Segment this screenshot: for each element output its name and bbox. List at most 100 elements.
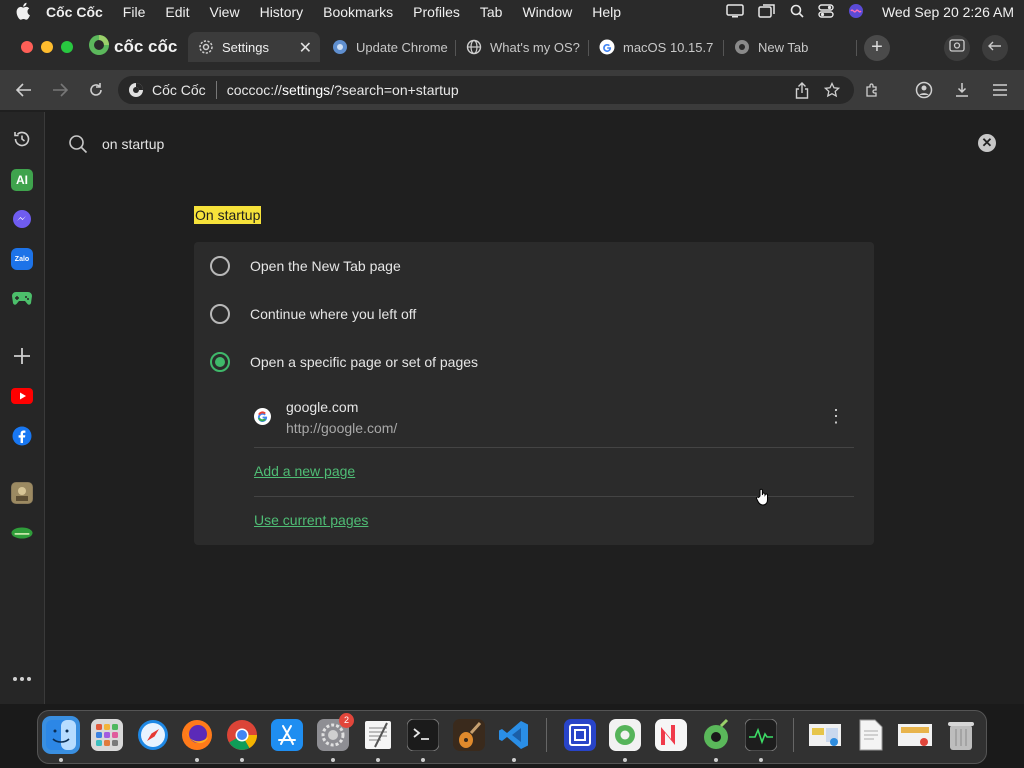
tab-new-tab[interactable]: New Tab	[724, 32, 854, 62]
dock-running-indicator	[376, 758, 380, 762]
profile-button[interactable]	[914, 80, 934, 100]
dock-terminal-icon[interactable]	[404, 716, 442, 754]
tab-update-chrome[interactable]: Update Chrome	[322, 32, 448, 62]
dock-coccoc-icon[interactable]	[606, 716, 644, 754]
brand-wordmark: cốc cốc	[114, 37, 178, 56]
new-tab-button[interactable]: +	[864, 35, 890, 61]
apple-menu-icon[interactable]	[16, 2, 36, 23]
sidebar-game-icon[interactable]	[11, 287, 33, 309]
tab-whats-my-os[interactable]: What's my OS?	[456, 32, 582, 62]
menu-app-name[interactable]: Cốc Cốc	[46, 4, 103, 20]
display-icon[interactable]	[726, 3, 744, 21]
coccoc-icon	[734, 39, 750, 55]
tab-macos-version[interactable]: macOS 10.15.7	[589, 32, 719, 62]
use-current-pages-link[interactable]: Use current pages	[254, 512, 368, 528]
gear-icon	[198, 39, 214, 55]
menubar-status-area: Wed Sep 20 2:26 AM	[726, 0, 1014, 24]
dock-activity-monitor-icon[interactable]	[742, 716, 780, 754]
coccoc-brand-logo[interactable]: cốc cốc	[88, 34, 178, 59]
address-bar[interactable]: Cốc Cốc coccoc://settings/?search=on+sta…	[118, 76, 854, 104]
menu-view[interactable]: View	[209, 4, 239, 20]
dock-textedit-icon[interactable]	[359, 716, 397, 754]
sidebar-messenger-icon[interactable]	[11, 208, 33, 230]
dock-recent-screenshot-icon[interactable]	[806, 716, 844, 754]
window-switch-icon[interactable]	[758, 3, 776, 21]
menu-bookmarks[interactable]: Bookmarks	[323, 4, 393, 20]
sidebar-app-thumbnail-icon[interactable]	[11, 482, 33, 504]
option-open-new-tab[interactable]: Open the New Tab page	[194, 244, 874, 288]
dock-document-icon[interactable]	[852, 716, 890, 754]
radio-button-selected[interactable]	[210, 352, 230, 372]
more-actions-icon[interactable]: ⋮	[826, 406, 846, 428]
notification-badge: 2	[339, 713, 354, 728]
sidebar-app-logo-icon[interactable]	[11, 522, 33, 544]
tab-settings[interactable]: Settings ✕	[188, 32, 320, 62]
tab-close-icon[interactable]: ✕	[299, 38, 312, 58]
option-open-specific-pages[interactable]: Open a specific page or set of pages	[194, 340, 874, 384]
window-close-button[interactable]	[21, 41, 33, 53]
globe-icon	[466, 39, 482, 55]
control-center-icon[interactable]	[818, 3, 834, 21]
sidebar-add-icon[interactable]	[11, 345, 33, 367]
tab-separator	[856, 40, 857, 56]
option-label: Open a specific page or set of pages	[250, 354, 479, 370]
downloads-button[interactable]	[952, 80, 972, 100]
sidebar-history-icon[interactable]	[11, 128, 33, 150]
dock-firefox-icon[interactable]	[178, 716, 216, 754]
menu-window[interactable]: Window	[522, 4, 572, 20]
forward-button[interactable]	[50, 80, 70, 100]
settings-search-input[interactable]	[102, 134, 702, 154]
extensions-button[interactable]	[862, 80, 882, 100]
dock-garageband-icon[interactable]	[450, 716, 488, 754]
dock-vscode-icon[interactable]	[495, 716, 533, 754]
reload-button[interactable]	[86, 80, 106, 100]
url-text[interactable]: coccoc://settings/?search=on+startup	[227, 82, 459, 98]
sidebar-youtube-icon[interactable]	[11, 385, 33, 407]
sidebar-zalo-icon[interactable]: Zalo	[11, 248, 33, 270]
menu-profiles[interactable]: Profiles	[413, 4, 460, 20]
url-scheme: coccoc://	[226, 82, 282, 98]
menubar-clock[interactable]: Wed Sep 20 2:26 AM	[882, 4, 1014, 20]
option-label: Continue where you left off	[250, 306, 417, 322]
menu-help[interactable]: Help	[592, 4, 621, 20]
option-label: Open the New Tab page	[250, 258, 401, 274]
spotlight-search-icon[interactable]	[790, 4, 804, 21]
menu-history[interactable]: History	[260, 4, 304, 20]
back-button[interactable]	[14, 80, 34, 100]
dock-running-indicator	[195, 758, 199, 762]
menu-file[interactable]: File	[123, 4, 146, 20]
tab-label: What's my OS?	[490, 39, 580, 55]
dock-news-icon[interactable]	[652, 716, 690, 754]
sidebar-facebook-icon[interactable]	[11, 425, 33, 447]
url-host: settings	[281, 82, 331, 98]
add-new-page-link[interactable]: Add a new page	[254, 463, 355, 479]
dock-finder-icon[interactable]	[42, 716, 80, 754]
dock-folder-preview-icon[interactable]	[896, 716, 934, 754]
dock-safari-icon[interactable]	[134, 716, 172, 754]
startup-page-url: http://google.com/	[286, 420, 398, 436]
dock-coccoc-alt-icon[interactable]	[697, 716, 735, 754]
bookmark-star-button[interactable]	[822, 80, 842, 100]
sidebar-toggle-button[interactable]	[982, 35, 1008, 61]
dock-trash-icon[interactable]	[942, 716, 980, 754]
radio-button[interactable]	[210, 256, 230, 276]
menu-edit[interactable]: Edit	[165, 4, 189, 20]
option-continue-where-left[interactable]: Continue where you left off	[194, 292, 874, 336]
radio-button[interactable]	[210, 304, 230, 324]
sidebar-ai-icon[interactable]: AI	[11, 169, 33, 191]
window-minimize-button[interactable]	[41, 41, 53, 53]
dock-app-store-icon[interactable]	[268, 716, 306, 754]
dock-launchpad-icon[interactable]	[88, 716, 126, 754]
tab-search-button[interactable]	[944, 35, 970, 61]
menu-tab[interactable]: Tab	[480, 4, 503, 20]
siri-icon[interactable]	[848, 3, 864, 22]
dock-running-indicator	[714, 758, 718, 762]
share-button[interactable]	[792, 80, 812, 100]
sidebar-more-icon[interactable]	[11, 668, 33, 690]
dock-chrome-icon[interactable]	[223, 716, 261, 754]
clear-search-icon[interactable]: ✕	[978, 134, 996, 152]
url-path: /?search=on+startup	[330, 82, 459, 98]
window-zoom-button[interactable]	[61, 41, 73, 53]
main-menu-button[interactable]	[990, 80, 1010, 100]
dock-screen-app-icon[interactable]	[561, 716, 599, 754]
